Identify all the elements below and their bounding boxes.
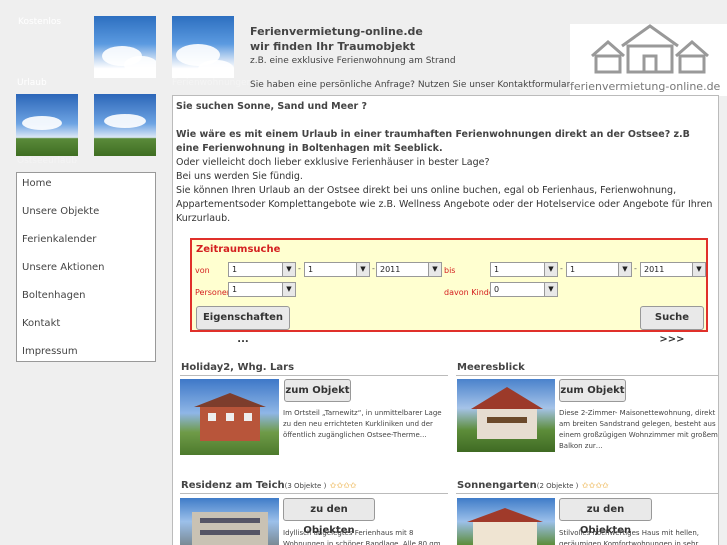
nav-item-home[interactable]: Home [17, 173, 155, 201]
divider [180, 493, 448, 494]
zu-den-objekten-button-sonnengarten[interactable]: zu den Objekten [559, 498, 652, 536]
intro-bold: Wie wäre es mit einem Urlaub in einer tr… [176, 129, 690, 154]
von-month-select[interactable]: 1 ▼ [304, 262, 370, 277]
bis-year-select[interactable]: 2011 ▼ [640, 262, 706, 277]
personen-label: Personen [195, 288, 232, 297]
nav-item-ferienkalender[interactable]: Ferienkalender [17, 229, 155, 257]
sidebar-nav: Home Unsere Objekte Ferienkalender Unser… [16, 172, 156, 362]
chevron-down-icon: ▼ [692, 263, 705, 276]
object-count-residenz: (3 Objekte ) [284, 482, 327, 490]
object-photo-meeresblick[interactable] [457, 379, 555, 452]
logo-text: ferienvermietung-online.de [570, 80, 721, 93]
header-photo-land-2 [94, 94, 156, 156]
dash-separator: - [634, 264, 637, 273]
dash-separator: - [298, 264, 301, 273]
bis-day-value: 1 [494, 265, 500, 274]
von-day-select[interactable]: 1 ▼ [228, 262, 296, 277]
bis-month-value: 1 [570, 265, 576, 274]
object-title-residenz-text: Residenz am Teich [181, 480, 285, 491]
object-count-sonnengarten: (2 Objekte ) [536, 482, 579, 490]
zu-den-objekten-button-residenz[interactable]: zu den Objekten [283, 498, 375, 536]
dash-separator: - [372, 264, 375, 273]
site-logo[interactable]: ferienvermietung-online.de [570, 24, 727, 96]
header-photo-land-1 [16, 94, 78, 156]
divider [180, 375, 448, 376]
object-desc-holiday2: Im Ortsteil „Tarnewitz“, in unmittelbare… [283, 409, 442, 439]
nav-item-kontakt[interactable]: Kontakt [17, 313, 155, 341]
von-month-value: 1 [308, 265, 314, 274]
bis-label: bis [444, 266, 456, 275]
von-year-value: 2011 [380, 265, 401, 274]
object-title-sonnengarten[interactable]: Sonnengarten(2 Objekte ) ✩✩✩✩ [457, 480, 609, 491]
object-photo-holiday2[interactable] [180, 379, 279, 455]
site-title-line2: wir finden Ihr Traumobjekt [250, 40, 416, 53]
tile-label-urlaub: Urlaub [17, 78, 47, 88]
chevron-down-icon: ▼ [544, 263, 557, 276]
intro-line-1: Oder vielleicht doch lieber exklusive Fe… [176, 157, 490, 168]
von-label: von [195, 266, 210, 275]
chevron-down-icon: ▼ [618, 263, 631, 276]
tile-label-kostenlos: Kostenlos [18, 17, 62, 27]
houses-logo-icon [591, 24, 709, 74]
tile-label-ferienwohnungen: Ferienwohnungen [172, 78, 253, 88]
search-title: Zeitraumsuche [196, 244, 281, 255]
chevron-down-icon: ▼ [544, 283, 557, 296]
nav-item-impressum[interactable]: Impressum [17, 341, 155, 369]
personen-select[interactable]: 1 ▼ [228, 282, 296, 297]
nav-item-boltenhagen[interactable]: Boltenhagen [17, 285, 155, 313]
object-photo-sonnengarten[interactable] [457, 498, 555, 545]
chevron-down-icon: ▼ [282, 263, 295, 276]
tile-label-ostseeurlaub: Ostseeurlaub [17, 156, 77, 166]
object-photo-residenz[interactable] [180, 498, 279, 545]
zum-objekt-button-holiday2[interactable]: zum Objekt [284, 379, 351, 402]
site-title-line1: Ferienvermietung-online.de [250, 25, 423, 38]
kinder-value: 0 [494, 285, 500, 294]
intro-text: Sie suchen Sonne, Sand und Meer ? Wie wä… [176, 100, 716, 226]
object-desc-sonnengarten: Stilvolles hochwertiges Haus mit hellen,… [559, 529, 699, 545]
intro-heading: Sie suchen Sonne, Sand und Meer ? [176, 101, 368, 112]
site-subtitle: z.B. eine exklusive Ferienwohnung am Str… [250, 56, 456, 66]
search-submit-button[interactable]: Suche >>> [640, 306, 704, 345]
contact-hint[interactable]: Sie haben eine persönliche Anfrage? Nutz… [250, 80, 570, 90]
object-desc-residenz: Idyllisch angelegtes Ferienhaus mit 8 Wo… [283, 529, 441, 545]
header-photo-1: Kostenlos [16, 16, 78, 78]
intro-line-2: Bei uns werden Sie fündig. [176, 171, 303, 182]
nav-item-unsere-objekte[interactable]: Unsere Objekte [17, 201, 155, 229]
chevron-down-icon: ▼ [356, 263, 369, 276]
kinder-select[interactable]: 0 ▼ [490, 282, 558, 297]
von-day-value: 1 [232, 265, 238, 274]
eigenschaften-button[interactable]: Eigenschaften ... [196, 306, 290, 345]
site-title: Ferienvermietung-online.de wir finden Ih… [250, 24, 423, 54]
object-title-residenz[interactable]: Residenz am Teich(3 Objekte ) ✩✩✩✩ [181, 480, 357, 491]
header-photo-sky-2 [172, 16, 234, 78]
chevron-down-icon: ▼ [428, 263, 441, 276]
object-desc-meeresblick: Diese 2-Zimmer- Maisonettewohnung, direk… [559, 409, 718, 450]
intro-line-3: Sie können Ihren Urlaub an der Ostsee di… [176, 185, 713, 224]
star-rating-icon: ✩✩✩✩ [329, 481, 357, 490]
personen-value: 1 [232, 285, 238, 294]
zum-objekt-button-meeresblick[interactable]: zum Objekt [559, 379, 626, 402]
divider [456, 493, 718, 494]
object-title-meeresblick[interactable]: Meeresblick [457, 362, 525, 373]
object-title-holiday2[interactable]: Holiday2, Whg. Lars [181, 362, 294, 373]
von-year-select[interactable]: 2011 ▼ [376, 262, 442, 277]
dash-separator: - [560, 264, 563, 273]
bis-month-select[interactable]: 1 ▼ [566, 262, 632, 277]
date-search-form: Zeitraumsuche von 1 ▼ - 1 ▼ - 2011 ▼ bis 1 ▼… [190, 238, 708, 345]
header-photo-sky-1 [94, 16, 156, 78]
nav-item-unsere-aktionen[interactable]: Unsere Aktionen [17, 257, 155, 285]
divider [456, 375, 718, 376]
bis-year-value: 2011 [644, 265, 665, 274]
chevron-down-icon: ▼ [282, 283, 295, 296]
star-rating-icon: ✩✩✩✩ [581, 481, 609, 490]
bis-day-select[interactable]: 1 ▼ [490, 262, 558, 277]
object-title-sonnengarten-text: Sonnengarten [457, 480, 537, 491]
